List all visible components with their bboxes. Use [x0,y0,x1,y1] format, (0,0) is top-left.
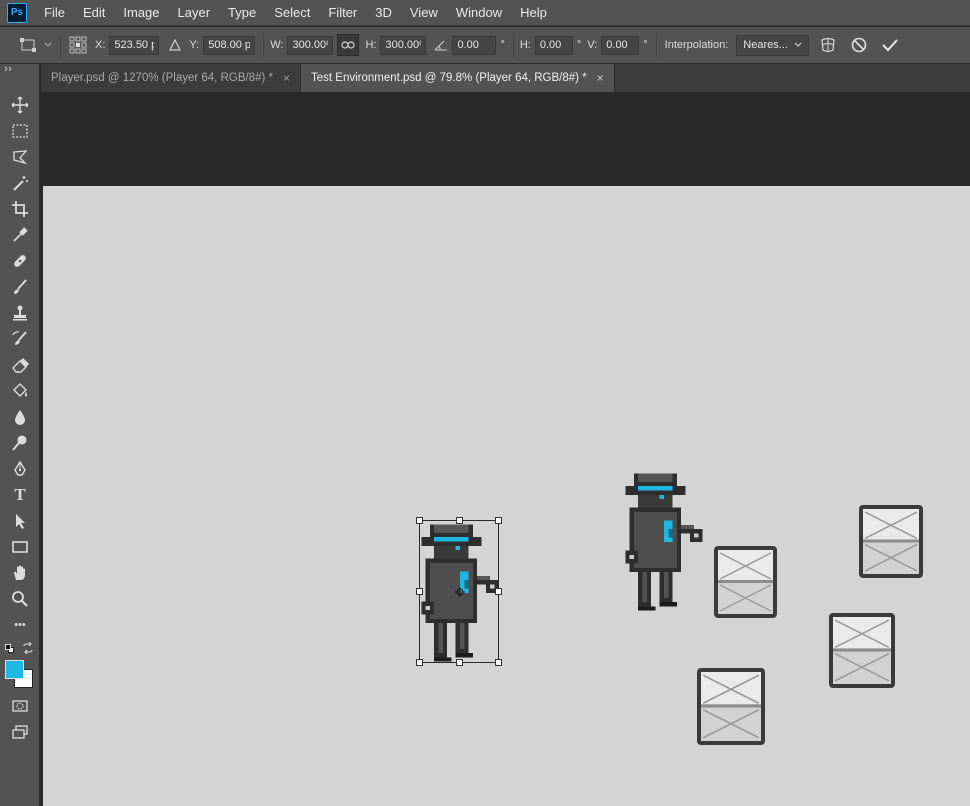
menu-image[interactable]: Image [114,0,168,26]
path-selection-icon[interactable] [8,510,32,532]
default-colors-icon[interactable] [5,644,15,654]
hskew-unit: ° [576,39,582,51]
pen-icon[interactable] [8,458,32,480]
tools-panel: T ••• [0,64,40,806]
crate-sprite[interactable] [697,668,765,745]
document-canvas[interactable] [43,186,970,806]
rotation-field[interactable] [452,35,497,55]
y-position-field[interactable] [203,35,256,55]
reference-point-crosshair-icon[interactable] [455,587,465,597]
interpolation-select[interactable]: Neares... [736,34,809,56]
transform-handle-bottom[interactable] [456,659,463,666]
crate-sprite[interactable] [829,613,895,688]
menu-edit[interactable]: Edit [74,0,114,26]
foreground-color-swatch[interactable] [5,660,24,679]
type-tool-icon[interactable]: T [8,484,32,506]
vertical-skew-field[interactable] [601,35,640,55]
separator [655,33,657,57]
zoom-icon[interactable] [8,588,32,610]
reference-point-icon[interactable] [69,36,87,54]
interpolation-label: Interpolation: [664,39,729,51]
height-label: H: [365,39,377,51]
transform-handle-top-left[interactable] [416,517,423,524]
transform-handle-bottom-left[interactable] [416,659,423,666]
collapse-panel-icon[interactable] [4,64,14,74]
x-label: X: [95,39,106,51]
transform-handle-right[interactable] [495,588,502,595]
x-position-field[interactable] [109,35,160,55]
menu-file[interactable]: File [35,0,74,26]
transform-bounding-box[interactable] [416,517,502,666]
menu-3d[interactable]: 3D [366,0,401,26]
quick-mask-icon[interactable] [8,695,32,717]
menu-window[interactable]: Window [447,0,511,26]
separator [60,33,61,57]
separator [263,33,265,57]
hand-icon[interactable] [8,562,32,584]
brush-icon[interactable] [8,276,32,298]
cancel-transform-icon[interactable] [851,37,867,53]
options-bar: X: Y: W: H: ° H: ° V: ° Interpolation: N… [0,27,970,64]
tab-label: Test Environment.psd @ 79.8% (Player 64,… [311,72,587,84]
eraser-icon[interactable] [8,354,32,376]
dodge-icon[interactable] [8,432,32,454]
crate-sprite[interactable] [714,546,777,618]
photoshop-logo[interactable]: Ps [7,2,27,23]
lasso-icon[interactable] [8,146,32,168]
tab-player-psd[interactable]: Player.psd @ 1270% (Player 64, RGB/8#) *… [41,64,301,92]
player-sprite[interactable] [621,469,707,615]
warp-icon[interactable] [819,36,837,54]
separator [512,33,514,57]
height-field[interactable] [380,35,427,55]
tab-test-environment[interactable]: Test Environment.psd @ 79.8% (Player 64,… [301,64,615,92]
eyedropper-icon[interactable] [8,224,32,246]
more-tools-icon[interactable]: ••• [8,614,32,636]
menu-filter[interactable]: Filter [319,0,366,26]
rectangular-marquee-icon[interactable] [8,120,32,142]
width-label: W: [270,39,284,51]
blur-drop-icon[interactable] [8,406,32,428]
menu-type[interactable]: Type [219,0,265,26]
menu-select[interactable]: Select [265,0,319,26]
history-brush-icon[interactable] [8,328,32,350]
transform-handle-top[interactable] [456,517,463,524]
rotate-angle-icon [434,39,448,51]
swap-colors-icon[interactable] [22,641,34,657]
menu-help[interactable]: Help [511,0,556,26]
y-label: Y: [189,39,200,51]
move-tool-icon[interactable] [8,94,32,116]
rotation-unit: ° [500,39,505,51]
rectangle-shape-icon[interactable] [8,536,32,558]
clone-stamp-icon[interactable] [8,302,32,324]
transform-handle-top-right[interactable] [495,517,502,524]
transform-handle-left[interactable] [416,588,423,595]
transform-tool-icon[interactable] [18,37,52,53]
horizontal-skew-field[interactable] [534,35,573,55]
chevron-down-icon [794,42,802,47]
menu-bar: Ps File Edit Image Layer Type Select Fil… [0,0,970,26]
healing-brush-icon[interactable] [8,250,32,272]
crate-sprite[interactable] [859,505,923,578]
crop-icon[interactable] [8,198,32,220]
commit-transform-icon[interactable] [881,37,899,53]
interpolation-value: Neares... [743,39,788,51]
screen-mode-icon[interactable] [8,721,32,743]
vskew-unit: ° [643,39,648,51]
relative-positioning-icon[interactable] [169,39,182,51]
transform-handle-bottom-right[interactable] [495,659,502,666]
menu-view[interactable]: View [401,0,447,26]
link-icon[interactable] [337,34,360,56]
close-tab-icon[interactable]: × [597,71,604,85]
menu-layer[interactable]: Layer [169,0,220,26]
tab-label: Player.psd @ 1270% (Player 64, RGB/8#) * [51,72,273,84]
hskew-label: H: [519,39,531,51]
magic-wand-icon[interactable] [8,172,32,194]
vskew-label: V: [587,39,598,51]
width-field[interactable] [287,35,334,55]
close-tab-icon[interactable]: × [283,71,290,85]
document-tabs: Player.psd @ 1270% (Player 64, RGB/8#) *… [41,64,970,92]
paint-bucket-icon[interactable] [8,380,32,402]
